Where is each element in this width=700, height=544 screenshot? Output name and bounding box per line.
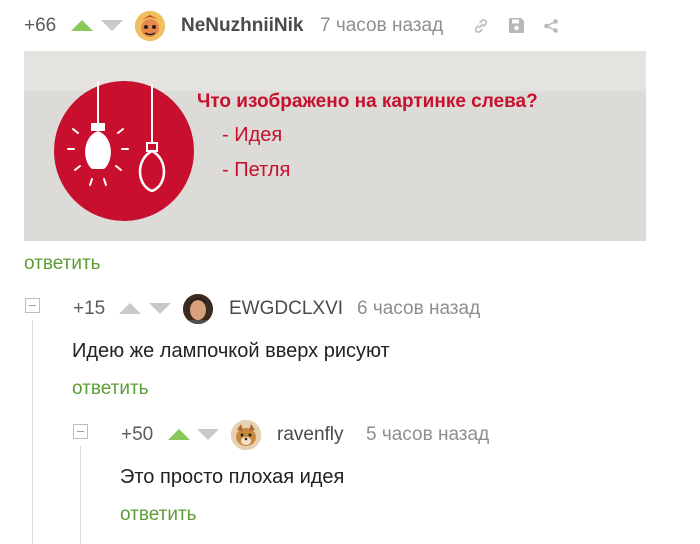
- avatar-image: [135, 11, 165, 41]
- post-reply-link[interactable]: ответить: [24, 253, 101, 275]
- thread-line: [32, 320, 33, 544]
- picture-question: Что изображено на картинке слева?: [197, 91, 538, 112]
- downvote-arrow-icon[interactable]: [197, 429, 219, 440]
- picture-option-2: - Петля: [222, 159, 291, 181]
- upvote-arrow-icon[interactable]: [168, 429, 190, 440]
- link-icon[interactable]: [473, 18, 489, 39]
- post-image[interactable]: Что изображено на картинке слева? - Идея…: [24, 51, 646, 241]
- collapse-icon[interactable]: [73, 424, 88, 439]
- save-icon[interactable]: [508, 17, 525, 39]
- comment-author[interactable]: EWGDCLXVI: [229, 298, 343, 320]
- thread-line: [80, 446, 81, 544]
- picture-option-1: - Идея: [222, 124, 283, 146]
- comment-time: 5 часов назад: [366, 424, 490, 445]
- upvote-arrow-icon[interactable]: [71, 20, 93, 31]
- downvote-arrow-icon[interactable]: [149, 303, 171, 314]
- picture-graphic: [24, 51, 646, 241]
- post-author[interactable]: NeNuzhniiNik: [181, 15, 303, 37]
- post-rating: +66: [24, 15, 57, 36]
- comment-text: Идею же лампочкой вверх рисуют: [72, 340, 390, 362]
- avatar[interactable]: [135, 11, 165, 41]
- comment-rating: +50: [121, 424, 154, 445]
- comment-reply-link[interactable]: ответить: [72, 378, 149, 400]
- comment-reply-link[interactable]: ответить: [120, 504, 197, 526]
- avatar-image: [183, 294, 213, 324]
- avatar[interactable]: [183, 294, 213, 324]
- collapse-icon[interactable]: [25, 298, 40, 313]
- post-time: 7 часов назад: [320, 15, 444, 36]
- avatar[interactable]: [231, 420, 261, 450]
- comment-text: Это просто плохая идея: [120, 466, 345, 488]
- comment-rating: +15: [73, 298, 106, 319]
- comment-author[interactable]: ravenfly: [277, 424, 344, 446]
- share-icon[interactable]: [543, 18, 559, 39]
- upvote-arrow-icon[interactable]: [119, 303, 141, 314]
- avatar-image: [231, 420, 261, 450]
- downvote-arrow-icon[interactable]: [101, 20, 123, 31]
- comment-time: 6 часов назад: [357, 298, 481, 319]
